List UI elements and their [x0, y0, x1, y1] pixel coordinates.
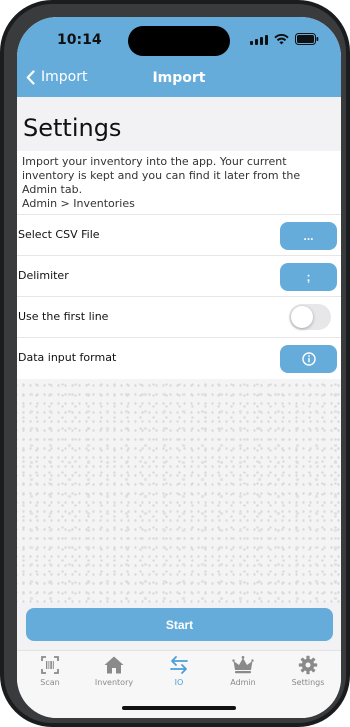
nav-title: Import [152, 70, 206, 86]
tab-label: Settings [291, 678, 325, 687]
tab-label: Scan [40, 678, 60, 687]
header: 10:14 Import Import [17, 17, 341, 97]
delimiter-button[interactable]: ; [280, 263, 337, 291]
breadcrumb-path: Admin > Inventories [22, 197, 135, 210]
barcode-scan-icon [41, 656, 59, 674]
tab-scan[interactable]: Scan [18, 655, 82, 695]
select-csv-button[interactable]: ... [280, 222, 337, 250]
first-line-toggle[interactable] [289, 304, 331, 330]
transfer-arrows-icon [170, 656, 188, 674]
tab-label: IO [174, 678, 184, 687]
row-label: Select CSV File [18, 228, 100, 241]
tab-label: Inventory [94, 678, 134, 687]
phone-frame: 10:14 Import Import Settings Import your… [0, 0, 350, 727]
toggle-knob [291, 306, 313, 328]
status-time: 10:14 [57, 32, 102, 48]
home-icon [104, 656, 124, 674]
phone-bezel: 10:14 Import Import Settings Import your… [4, 4, 346, 723]
row-delimiter: Delimiter ; [17, 255, 341, 296]
dynamic-island [128, 26, 230, 56]
signal-icon [250, 34, 268, 45]
row-label: Delimiter [18, 269, 69, 282]
info-icon [301, 352, 316, 366]
row-select-csv: Select CSV File ... [17, 214, 341, 255]
tab-admin[interactable]: Admin [211, 655, 275, 695]
tab-inventory[interactable]: Inventory [82, 655, 146, 695]
wifi-icon [274, 33, 289, 45]
data-format-info-button[interactable] [280, 345, 337, 373]
crown-icon [232, 656, 254, 674]
heading-area: Settings [17, 97, 341, 151]
gear-icon [298, 655, 318, 675]
row-data-input-format: Data input format [17, 337, 341, 378]
home-indicator [122, 706, 236, 710]
row-label: Use the first line [18, 310, 109, 323]
row-first-line: Use the first line [17, 296, 341, 337]
terrazzo-background [17, 379, 341, 603]
description-text: Import your inventory into the app. Your… [22, 155, 301, 196]
start-area: Start [17, 603, 341, 650]
start-button[interactable]: Start [26, 608, 333, 641]
screen: 10:14 Import Import Settings Import your… [17, 17, 341, 718]
row-label: Data input format [18, 351, 117, 364]
tab-io[interactable]: IO [147, 655, 211, 695]
battery-icon [295, 33, 319, 45]
tab-label: Admin [230, 678, 256, 687]
status-icons [250, 33, 319, 45]
tab-settings[interactable]: Settings [276, 655, 340, 695]
page-title: Settings [23, 114, 122, 142]
